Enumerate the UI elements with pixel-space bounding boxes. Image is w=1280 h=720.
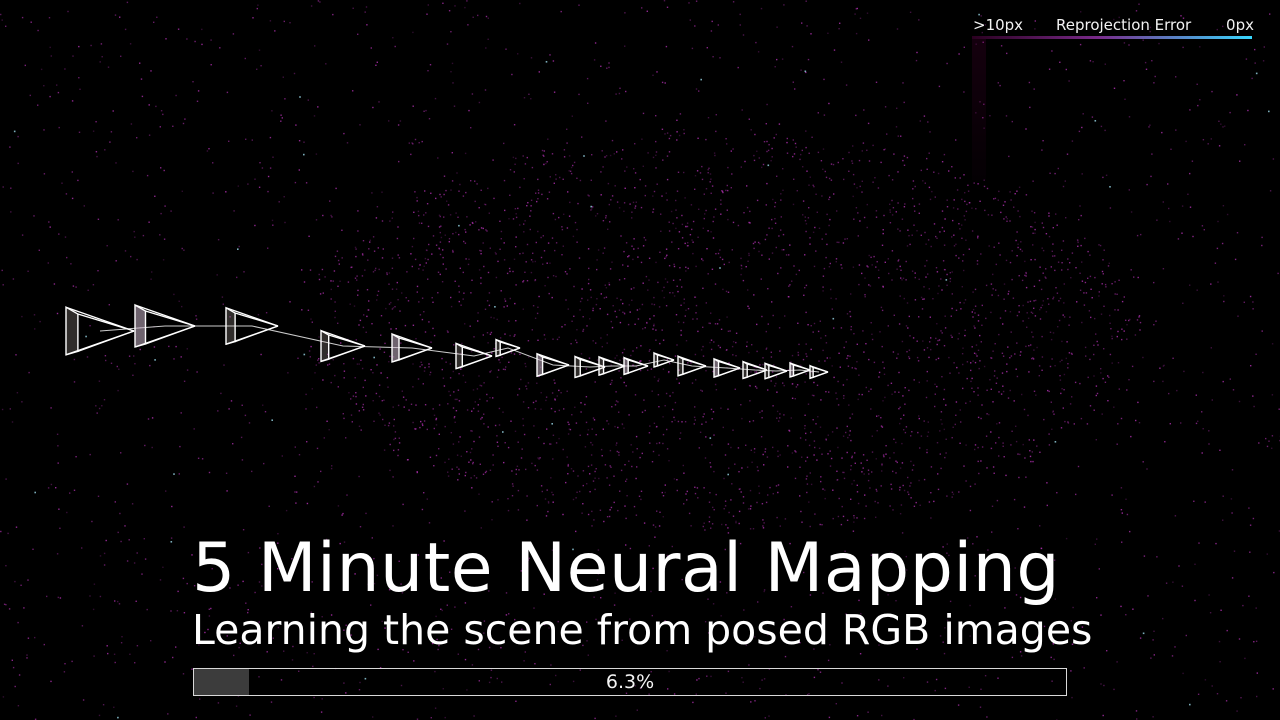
progress-label: 6.3%: [605, 671, 655, 693]
legend-low-label: 0px: [1226, 16, 1254, 34]
reprojection-error-legend: >10px Reprojection Error 0px: [972, 14, 1254, 44]
page-subtitle: Learning the scene from posed RGB images: [192, 606, 1093, 654]
legend-high-label: >10px: [973, 16, 1024, 34]
page-title: 5 Minute Neural Mapping: [192, 529, 1061, 608]
legend-shadow: [972, 38, 986, 180]
progress-bar: 6.3%: [193, 668, 1067, 696]
legend-color-bar: [972, 36, 1252, 39]
legend-title: Reprojection Error: [1056, 16, 1192, 34]
